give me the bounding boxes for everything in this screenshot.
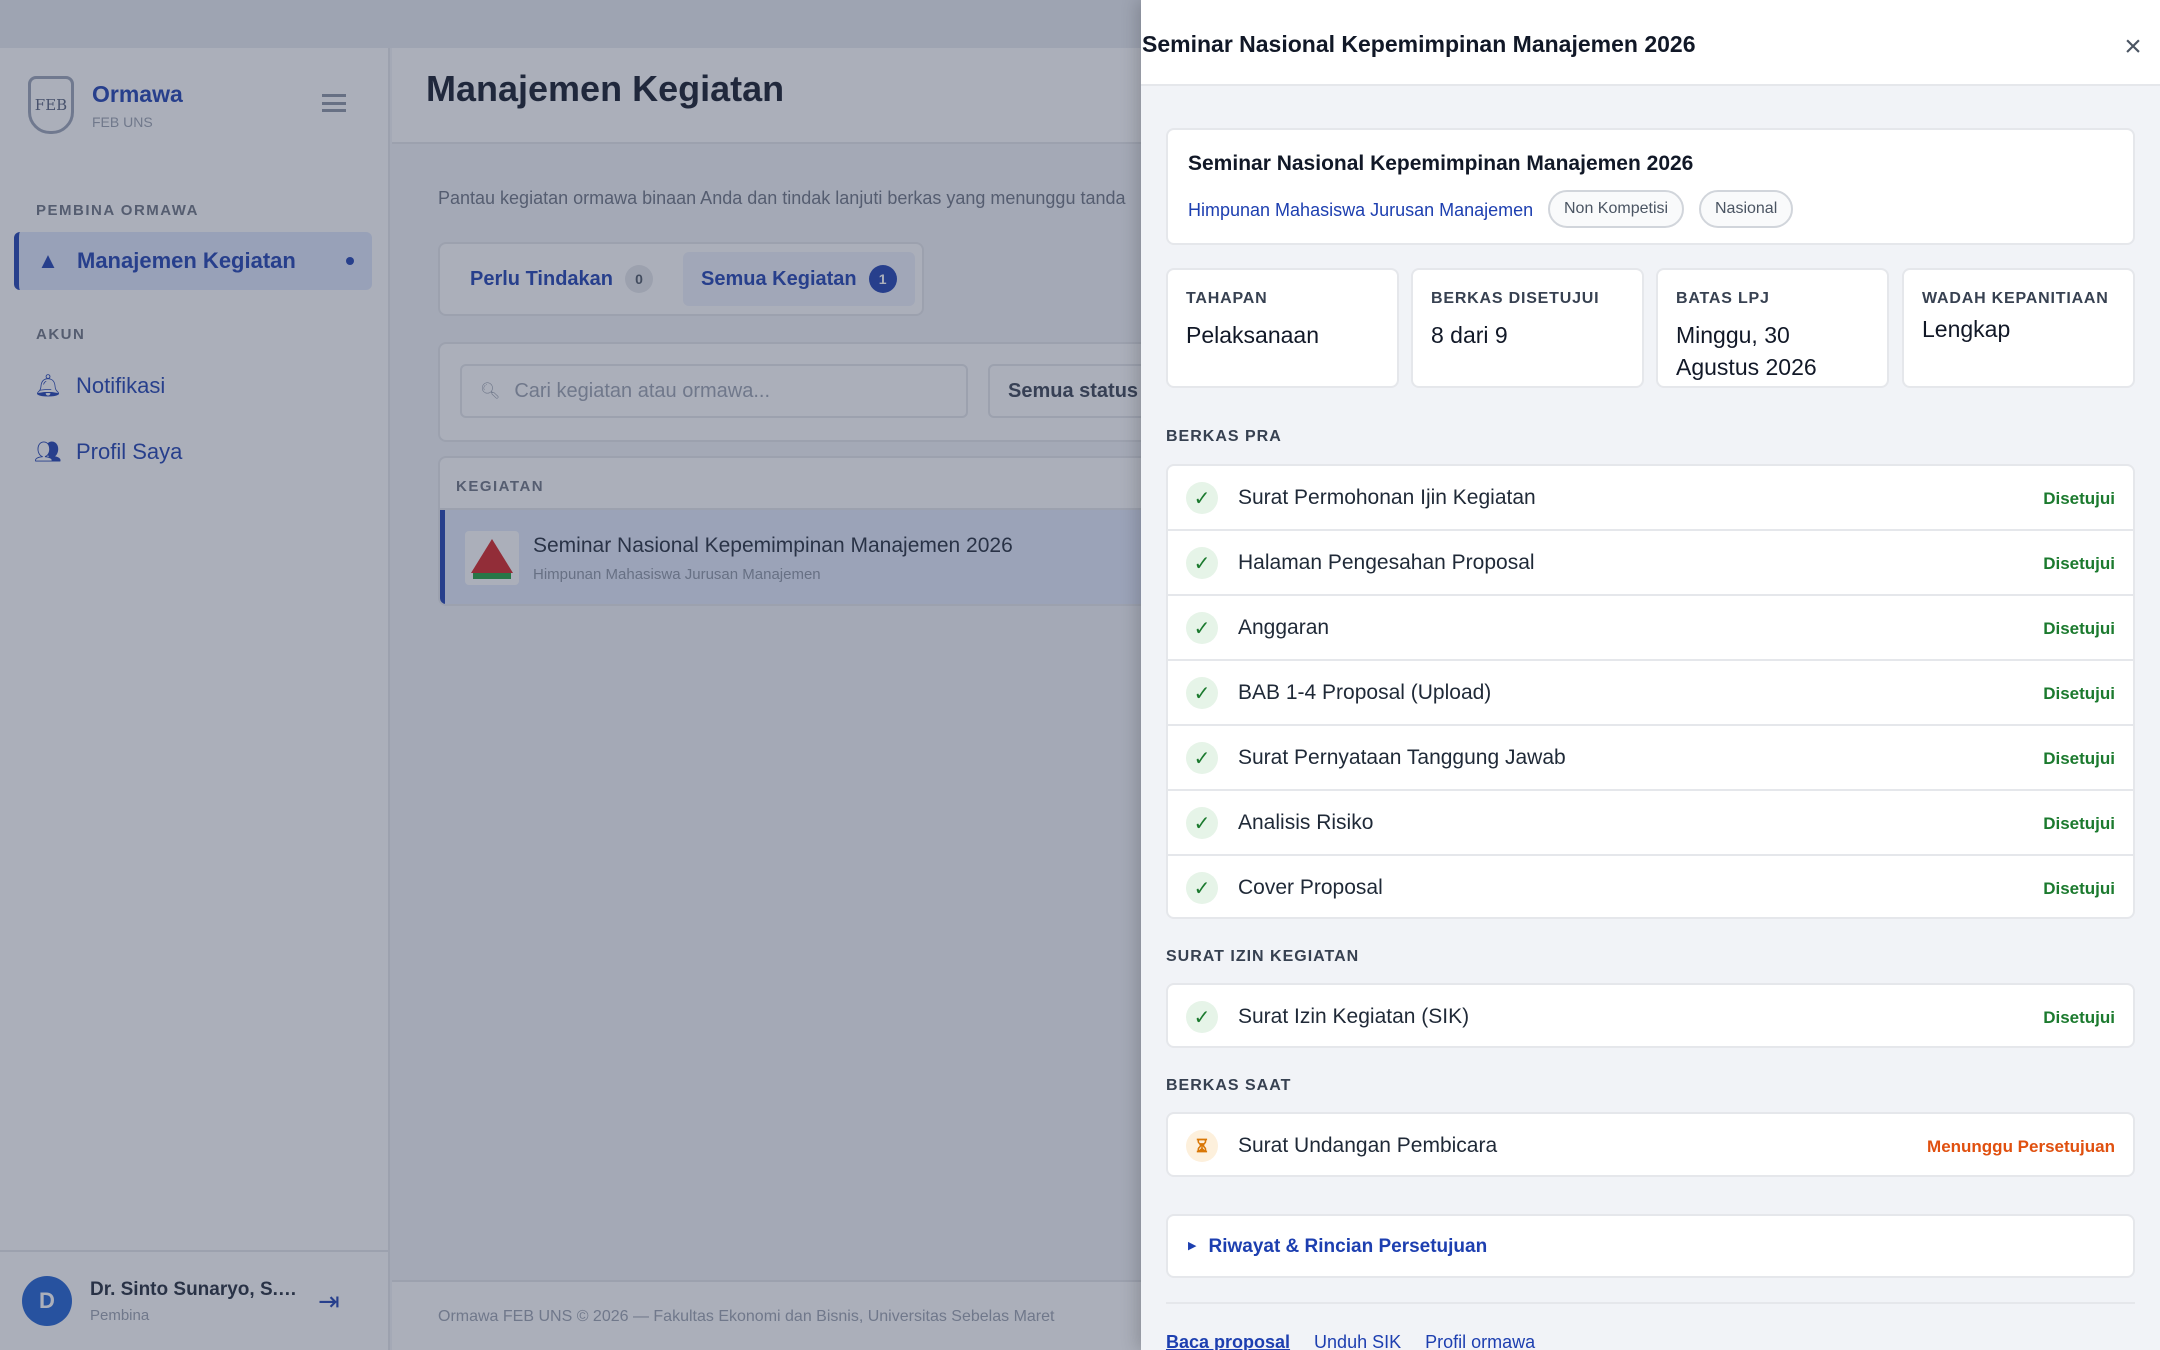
- document-name: Halaman Pengesahan Proposal: [1238, 551, 1535, 574]
- drawer-title: Seminar Nasional Kepemimpinan Manajemen …: [1142, 31, 1696, 57]
- status-badge: Disetujui: [2043, 619, 2115, 638]
- stat-value: Minggu, 30 Agustus 2026: [1676, 322, 1817, 380]
- document-list-sik: ✓ Surat Izin Kegiatan (SIK) Disetujui: [1166, 983, 2135, 1048]
- document-row[interactable]: ✓ Surat Pernyataan Tanggung Jawab Disetu…: [1168, 726, 2133, 791]
- organization-profile-link[interactable]: Profil ormawa: [1425, 1332, 1535, 1350]
- document-name: Surat Izin Kegiatan (SIK): [1238, 1005, 1470, 1028]
- status-badge: Disetujui: [2043, 749, 2115, 768]
- stat-card-batas-lpj: BATAS LPJ Minggu, 30 Agustus 2026: [1656, 268, 1889, 388]
- status-badge: Disetujui: [2043, 814, 2115, 833]
- stat-value: Pelaksanaan: [1186, 322, 1319, 348]
- document-row[interactable]: ✓ BAB 1-4 Proposal (Upload) Disetujui: [1168, 661, 2133, 726]
- document-list-saat: ⏳︎ Surat Undangan Pembicara Menunggu Per…: [1166, 1112, 2135, 1177]
- document-row[interactable]: ✓ Surat Permohonan Ijin Kegiatan Disetuj…: [1168, 466, 2133, 531]
- document-row[interactable]: ✓ Surat Izin Kegiatan (SIK) Disetujui: [1168, 985, 2133, 1046]
- document-name: BAB 1-4 Proposal (Upload): [1238, 681, 1492, 704]
- detail-drawer: Seminar Nasional Kepemimpinan Manajemen …: [1141, 0, 2160, 1350]
- divider: [1166, 1302, 2135, 1304]
- stat-label: BATAS LPJ: [1676, 290, 1770, 307]
- document-row[interactable]: ⏳︎ Surat Undangan Pembicara Menunggu Per…: [1168, 1114, 2133, 1175]
- history-toggle[interactable]: ▶ Riwayat & Rincian Persetujuan: [1188, 1236, 1487, 1258]
- history-accordion[interactable]: ▶ Riwayat & Rincian Persetujuan: [1166, 1214, 2135, 1278]
- check-icon: ✓: [1186, 612, 1218, 644]
- stat-label: TAHAPAN: [1186, 290, 1268, 307]
- document-row[interactable]: ✓ Cover Proposal Disetujui: [1168, 856, 2133, 917]
- summary-title: Seminar Nasional Kepemimpinan Manajemen …: [1188, 152, 1694, 175]
- section-label-surat-izin: SURAT IZIN KEGIATAN: [1166, 948, 1360, 965]
- stat-value: 8 dari 9: [1431, 322, 1508, 348]
- check-icon: ✓: [1186, 547, 1218, 579]
- history-label: Riwayat & Rincian Persetujuan: [1208, 1236, 1488, 1257]
- status-badge: Disetujui: [2043, 554, 2115, 573]
- stat-card-tahapan: TAHAPAN Pelaksanaan: [1166, 268, 1399, 388]
- document-name: Anggaran: [1238, 616, 1330, 639]
- drawer-actions: Baca proposal Unduh SIK Profil ormawa: [1166, 1332, 1559, 1350]
- download-sik-link[interactable]: Unduh SIK: [1314, 1332, 1401, 1350]
- stat-label: BERKAS DISETUJUI: [1431, 290, 1600, 307]
- check-icon: ✓: [1186, 742, 1218, 774]
- tag-badge: Nasional: [1699, 190, 1794, 228]
- stat-card-berkas-disetujui: BERKAS DISETUJUI 8 dari 9: [1411, 268, 1644, 388]
- status-badge: Disetujui: [2043, 684, 2115, 703]
- document-row[interactable]: ✓ Analisis Risiko Disetujui: [1168, 791, 2133, 856]
- hourglass-icon: ⏳︎: [1186, 1130, 1218, 1162]
- close-icon[interactable]: ×: [2116, 30, 2150, 64]
- document-name: Analisis Risiko: [1238, 811, 1374, 834]
- status-badge: Disetujui: [2043, 879, 2115, 898]
- document-row[interactable]: ✓ Anggaran Disetujui: [1168, 596, 2133, 661]
- status-badge: Disetujui: [2043, 1008, 2115, 1027]
- summary-card: Seminar Nasional Kepemimpinan Manajemen …: [1166, 128, 2135, 245]
- document-name: Surat Pernyataan Tanggung Jawab: [1238, 746, 1566, 769]
- check-icon: ✓: [1186, 677, 1218, 709]
- check-icon: ✓: [1186, 482, 1218, 514]
- tag-badge: Non Kompetisi: [1548, 190, 1685, 228]
- stat-card-wadah-kepanitiaan: WADAH KEPANITIAAN Lengkap: [1902, 268, 2135, 388]
- status-badge: Disetujui: [2043, 489, 2115, 508]
- document-name: Cover Proposal: [1238, 876, 1383, 899]
- status-badge: Menunggu Persetujuan: [1927, 1137, 2115, 1156]
- document-name: Surat Permohonan Ijin Kegiatan: [1238, 486, 1536, 509]
- document-row[interactable]: ✓ Halaman Pengesahan Proposal Disetujui: [1168, 531, 2133, 596]
- document-name: Surat Undangan Pembicara: [1238, 1134, 1498, 1157]
- check-icon: ✓: [1186, 1001, 1218, 1033]
- caret-right-icon: ▶: [1188, 1240, 1197, 1252]
- drawer-header: Seminar Nasional Kepemimpinan Manajemen …: [1141, 0, 2160, 86]
- read-proposal-link[interactable]: Baca proposal: [1166, 1332, 1290, 1350]
- document-list-pra: ✓ Surat Permohonan Ijin Kegiatan Disetuj…: [1166, 464, 2135, 919]
- section-label-berkas-pra: BERKAS PRA: [1166, 428, 1282, 445]
- organization-link[interactable]: Himpunan Mahasiswa Jurusan Manajemen: [1188, 200, 1533, 221]
- check-icon: ✓: [1186, 872, 1218, 904]
- check-icon: ✓: [1186, 807, 1218, 839]
- stat-label: WADAH KEPANITIAAN: [1922, 290, 2109, 307]
- section-label-berkas-saat: BERKAS SAAT: [1166, 1077, 1292, 1094]
- stat-value: Lengkap: [1922, 316, 2011, 342]
